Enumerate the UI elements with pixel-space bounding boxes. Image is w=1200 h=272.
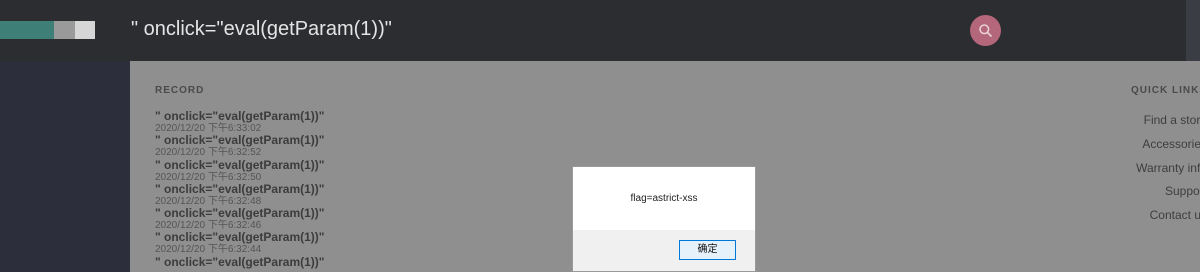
quick-link-accessories[interactable]: Accessories bbox=[1142, 137, 1200, 151]
record-item[interactable]: " onclick="eval(getParam(1))" 2020/12/20… bbox=[155, 134, 324, 159]
record-query[interactable]: " onclick="eval(getParam(1))" bbox=[155, 158, 324, 172]
record-item[interactable]: " onclick="eval(getParam(1))" 2020/12/20… bbox=[155, 231, 324, 256]
record-timestamp: 2020/12/20 下午6:32:44 bbox=[155, 244, 262, 256]
top-header: " onclick="eval(getParam(1))" bbox=[0, 0, 1200, 61]
record-timestamp: 2020/12/20 下午6:32:50 bbox=[155, 171, 262, 183]
search-button[interactable] bbox=[970, 15, 1001, 46]
record-query[interactable]: " onclick="eval(getParam(1))" bbox=[155, 255, 324, 269]
record-query[interactable]: " onclick="eval(getParam(1))" bbox=[155, 110, 324, 123]
alert-dialog: flag=astrict-xss 确定 bbox=[572, 166, 756, 272]
record-query[interactable]: " onclick="eval(getParam(1))" bbox=[155, 134, 324, 147]
quick-links-list: Find a store Accessories Warranty info S… bbox=[1060, 113, 1200, 232]
record-query[interactable]: " onclick="eval(getParam(1))" bbox=[155, 207, 324, 220]
record-item[interactable]: " onclick="eval(getParam(1))" 2020/12/20… bbox=[155, 182, 324, 207]
search-icon bbox=[979, 24, 992, 37]
record-heading: RECORD bbox=[155, 85, 205, 96]
record-query[interactable]: " onclick="eval(getParam(1))" bbox=[155, 182, 324, 196]
quick-link-contact[interactable]: Contact us bbox=[1150, 208, 1200, 222]
search-input[interactable]: " onclick="eval(getParam(1))" bbox=[131, 18, 392, 41]
ok-button[interactable]: 确定 bbox=[679, 240, 736, 260]
alert-dialog-body: flag=astrict-xss bbox=[573, 167, 755, 230]
logo-segment bbox=[0, 21, 54, 39]
quick-link-find-store[interactable]: Find a store bbox=[1144, 113, 1200, 127]
record-item[interactable]: " onclick="eval(getParam(1))" 2020/12/20… bbox=[155, 110, 324, 135]
alert-message: flag=astrict-xss bbox=[630, 193, 698, 204]
quick-link-warranty[interactable]: Warranty info bbox=[1136, 161, 1200, 175]
logo-segment bbox=[54, 21, 75, 39]
site-logo[interactable] bbox=[0, 21, 95, 39]
record-item[interactable]: " onclick="eval(getParam(1))" bbox=[155, 255, 324, 272]
record-list: " onclick="eval(getParam(1))" 2020/12/20… bbox=[155, 110, 324, 272]
record-item[interactable]: " onclick="eval(getParam(1))" 2020/12/20… bbox=[155, 158, 324, 183]
record-query[interactable]: " onclick="eval(getParam(1))" bbox=[155, 231, 324, 244]
record-timestamp: 2020/12/20 下午6:32:52 bbox=[155, 147, 262, 159]
logo-segment bbox=[75, 21, 95, 39]
record-item[interactable]: " onclick="eval(getParam(1))" 2020/12/20… bbox=[155, 207, 324, 232]
quick-link-support[interactable]: Support bbox=[1165, 184, 1200, 198]
left-sidebar bbox=[0, 61, 130, 272]
header-accent bbox=[1186, 0, 1200, 61]
quick-links-heading: QUICK LINKS bbox=[1131, 85, 1200, 96]
